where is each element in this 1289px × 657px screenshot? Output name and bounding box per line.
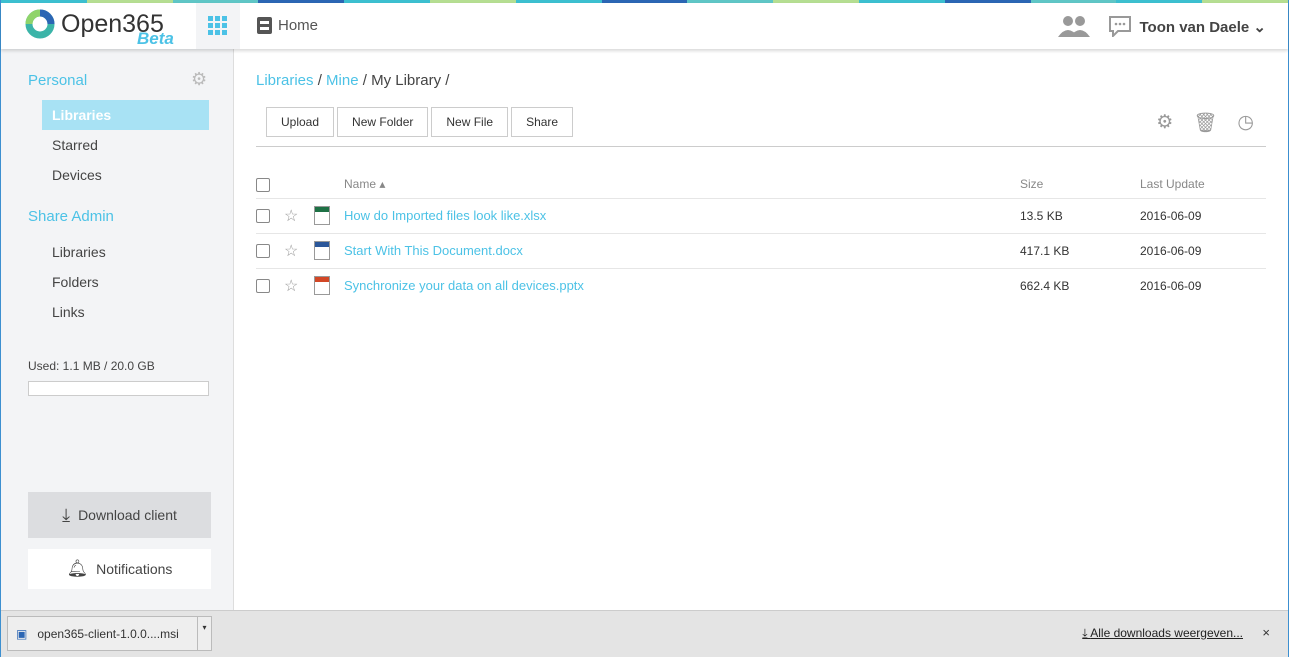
- storage-bar: [28, 381, 209, 396]
- file-size: 13.5 KB: [1020, 197, 1140, 233]
- upload-button[interactable]: Upload: [266, 107, 335, 137]
- contacts-icon[interactable]: [1058, 15, 1090, 37]
- sidebar: Personal ⚙ Libraries Starred Devices Sha…: [1, 49, 234, 610]
- notifications-button[interactable]: 🔔︎ Notifications: [28, 549, 211, 589]
- user-name: Toon van Daele: [1139, 19, 1250, 36]
- file-size: 662.4 KB: [1020, 267, 1140, 303]
- user-menu[interactable]: Toon van Daele ⌄: [1140, 18, 1267, 36]
- new-file-button[interactable]: New File: [431, 107, 509, 137]
- star-icon[interactable]: ☆: [284, 267, 314, 303]
- home-label: Home: [278, 17, 319, 34]
- sidebar-item-libraries[interactable]: Libraries: [42, 100, 209, 130]
- download-bar: ▣ open365-client-1.0.0....msi ▾ ⤓ Alle dow…: [1, 610, 1288, 657]
- settings-icon[interactable]: ⚙: [1156, 111, 1173, 135]
- file-name-link[interactable]: How do Imported files look like.xlsx: [344, 197, 1020, 233]
- personal-heading[interactable]: Personal: [28, 72, 87, 89]
- history-icon[interactable]: ◷: [1237, 111, 1254, 135]
- sidebar-item-links[interactable]: Links: [42, 297, 209, 327]
- file-date: 2016-06-09: [1140, 232, 1266, 268]
- show-all-downloads-link[interactable]: ⤓ Alle downloads weergeven...: [1082, 626, 1243, 641]
- star-icon[interactable]: ☆: [284, 232, 314, 268]
- sidebar-item-starred[interactable]: Starred: [42, 130, 209, 160]
- row-checkbox[interactable]: [256, 279, 270, 294]
- file-name-link[interactable]: Start With This Document.docx: [344, 232, 1020, 268]
- table-row[interactable]: ☆ Synchronize your data on all devices.p…: [256, 267, 1266, 303]
- row-checkbox[interactable]: [256, 243, 270, 258]
- close-download-bar-button[interactable]: ×: [1262, 625, 1270, 640]
- download-menu-caret[interactable]: ▾: [197, 617, 211, 650]
- download-client-label: Download client: [78, 507, 177, 523]
- download-client-button[interactable]: ⤓ Download client: [28, 492, 211, 538]
- breadcrumb: Libraries / Mine / My Library /: [256, 72, 450, 89]
- chevron-down-icon: ⌄: [1253, 19, 1266, 36]
- header: Open365 Beta Home Toon van Daele ⌄: [1, 3, 1288, 49]
- new-folder-button[interactable]: New Folder: [337, 107, 429, 137]
- notifications-label: Notifications: [96, 561, 173, 577]
- download-item[interactable]: ▣ open365-client-1.0.0....msi ▾: [7, 616, 212, 651]
- home-link[interactable]: Home: [257, 17, 318, 34]
- file-table: Name ▴ Size Last Update ☆ How do Importe…: [256, 171, 1266, 303]
- breadcrumb-libraries[interactable]: Libraries: [256, 72, 314, 89]
- table-row[interactable]: ☆ Start With This Document.docx 417.1 KB…: [256, 232, 1266, 268]
- select-all-checkbox[interactable]: [256, 177, 270, 192]
- beta-label: Beta: [137, 28, 174, 48]
- breadcrumb-mine[interactable]: Mine: [326, 72, 359, 89]
- trash-icon[interactable]: 🗑︎: [1193, 111, 1217, 135]
- installer-icon: ▣: [16, 626, 28, 641]
- chat-icon[interactable]: [1108, 15, 1132, 37]
- logo[interactable]: Open365 Beta: [25, 9, 174, 48]
- file-type-icon: [314, 241, 330, 260]
- file-date: 2016-06-09: [1140, 197, 1266, 233]
- cabinet-icon: [257, 17, 272, 34]
- gear-icon[interactable]: ⚙: [191, 69, 207, 90]
- grid-icon: [208, 16, 227, 35]
- breadcrumb-current: My Library: [371, 72, 442, 89]
- open365-logo-icon: [25, 9, 55, 39]
- star-icon[interactable]: ☆: [284, 197, 314, 233]
- size-column-header[interactable]: Size: [1020, 171, 1140, 198]
- last-update-column-header[interactable]: Last Update: [1140, 171, 1266, 198]
- file-size: 417.1 KB: [1020, 232, 1140, 268]
- download-file-name: open365-client-1.0.0....msi: [37, 626, 179, 641]
- storage-used: Used: 1.1 MB / 20.0 GB: [28, 359, 155, 373]
- bell-icon: 🔔︎: [66, 559, 89, 578]
- sidebar-item-admin-libraries[interactable]: Libraries: [42, 237, 209, 267]
- share-admin-heading[interactable]: Share Admin: [28, 208, 114, 225]
- download-tray-icon: ⤓: [62, 504, 71, 525]
- toolbar: Upload New Folder New File Share: [266, 107, 574, 137]
- divider: [256, 146, 1266, 147]
- name-column-header[interactable]: Name ▴: [344, 171, 1020, 198]
- row-checkbox[interactable]: [256, 208, 270, 223]
- file-type-icon: [314, 206, 330, 225]
- file-date: 2016-06-09: [1140, 267, 1266, 303]
- sidebar-item-devices[interactable]: Devices: [42, 160, 209, 190]
- sidebar-item-folders[interactable]: Folders: [42, 267, 209, 297]
- table-row[interactable]: ☆ How do Imported files look like.xlsx 1…: [256, 197, 1266, 233]
- file-name-link[interactable]: Synchronize your data on all devices.ppt…: [344, 267, 1020, 303]
- apps-grid-button[interactable]: [196, 3, 240, 49]
- file-type-icon: [314, 276, 330, 296]
- share-button[interactable]: Share: [511, 107, 574, 137]
- show-all-downloads-label: Alle downloads weergeven...: [1090, 626, 1243, 640]
